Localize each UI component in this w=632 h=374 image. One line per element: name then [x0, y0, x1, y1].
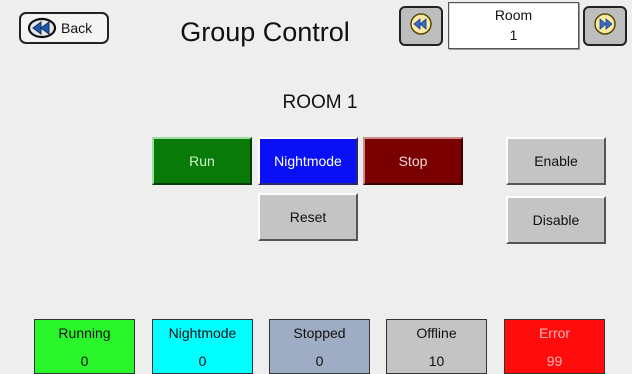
status-count: 0 — [80, 353, 89, 369]
room-number: 1 — [509, 27, 518, 43]
status-count: 99 — [546, 353, 563, 369]
run-button[interactable]: Run — [152, 137, 252, 185]
previous-room-button[interactable] — [399, 6, 443, 46]
room-selector-display: Room 1 — [448, 2, 579, 49]
status-label: Offline — [416, 325, 457, 341]
status-label: Stopped — [293, 325, 346, 341]
status-tile-running: Running 0 — [34, 319, 135, 374]
next-room-button[interactable] — [583, 6, 627, 46]
room-caption: Room — [494, 7, 533, 23]
back-label: Back — [61, 20, 93, 36]
stop-button[interactable]: Stop — [363, 137, 463, 185]
status-tile-nightmode: Nightmode 0 — [152, 319, 253, 374]
status-tile-offline: Offline 10 — [386, 319, 487, 374]
reset-button[interactable]: Reset — [258, 193, 358, 241]
status-tile-error: Error 99 — [504, 319, 605, 374]
back-button[interactable]: Back — [19, 12, 109, 44]
status-tile-stopped: Stopped 0 — [269, 319, 370, 374]
status-count: 10 — [428, 353, 445, 369]
fast-forward-icon — [593, 12, 617, 41]
disable-button[interactable]: Disable — [506, 196, 606, 244]
page-title: Group Control — [180, 17, 350, 47]
nightmode-button[interactable]: Nightmode — [258, 137, 358, 185]
status-label: Running — [58, 325, 111, 341]
rewind-icon — [27, 17, 57, 39]
status-count: 0 — [315, 353, 324, 369]
enable-button[interactable]: Enable — [506, 137, 606, 185]
room-heading: ROOM 1 — [282, 92, 358, 113]
status-label: Nightmode — [168, 325, 237, 341]
status-count: 0 — [198, 353, 207, 369]
rewind-icon — [409, 12, 433, 41]
status-label: Error — [538, 325, 571, 341]
